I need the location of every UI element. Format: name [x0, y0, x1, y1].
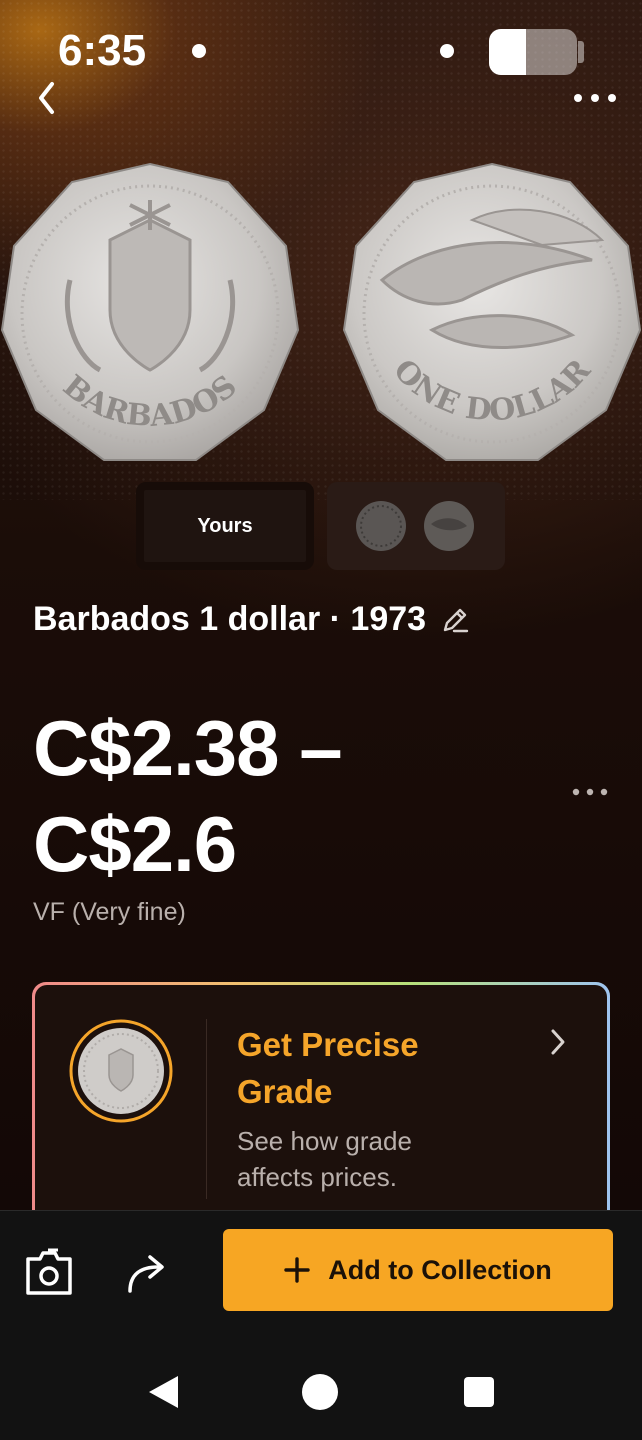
coin-title: Barbados 1 dollar · 1973: [33, 600, 427, 638]
pencil-icon[interactable]: [440, 605, 470, 635]
status-time: 6:35: [58, 26, 147, 75]
graded-coin-icon: [69, 1019, 173, 1123]
add-to-collection-button[interactable]: Add to Collection: [223, 1229, 613, 1311]
add-to-collection-label: Add to Collection: [328, 1254, 552, 1285]
system-navigation-bar: [0, 1340, 642, 1440]
nav-home-icon[interactable]: [302, 1374, 338, 1410]
camera-icon[interactable]: [24, 1247, 74, 1297]
precise-grade-subtitle: See how grade affects prices.: [237, 1126, 412, 1192]
price-more-icon[interactable]: [570, 782, 610, 802]
more-horizontal-icon[interactable]: [572, 88, 618, 108]
battery-icon: [489, 29, 577, 75]
coin-title-row: Barbados 1 dollar · 1973: [33, 600, 470, 639]
image-tab-yours-label: Yours: [197, 514, 253, 537]
card-divider: [206, 1019, 207, 1199]
status-bar: 6:35: [0, 22, 642, 82]
chevron-left-icon[interactable]: [34, 78, 60, 118]
precise-grade-title: Get Precise Grade: [237, 1026, 419, 1110]
nav-recents-icon[interactable]: [464, 1377, 494, 1407]
battery-level: [489, 29, 526, 75]
image-tab-reference[interactable]: [327, 482, 505, 570]
chevron-right-icon: [551, 1029, 565, 1055]
plus-icon: [284, 1257, 310, 1283]
bottom-action-bar: Add to Collection: [0, 1210, 642, 1340]
signal-dot-icon: [440, 44, 454, 58]
battery-nub: [578, 41, 584, 63]
notification-dot-icon: [192, 44, 206, 58]
nav-back-icon[interactable]: [146, 1374, 180, 1410]
grade-label: VF (Very fine): [33, 898, 186, 926]
image-tab-yours[interactable]: Yours: [136, 482, 314, 570]
coin-reverse-image: ONE DOLLAR: [342, 162, 642, 461]
precise-grade-card[interactable]: Get Precise Grade See how grade affects …: [32, 982, 610, 1232]
reference-coins-thumbnail: [356, 501, 474, 551]
share-icon[interactable]: [124, 1251, 172, 1295]
coin-obverse-image: BARBADOS: [0, 162, 300, 461]
price-range: C$2.38 – C$2.6: [33, 704, 343, 888]
precise-grade-card-body: Get Precise Grade See how grade affects …: [35, 985, 607, 1232]
